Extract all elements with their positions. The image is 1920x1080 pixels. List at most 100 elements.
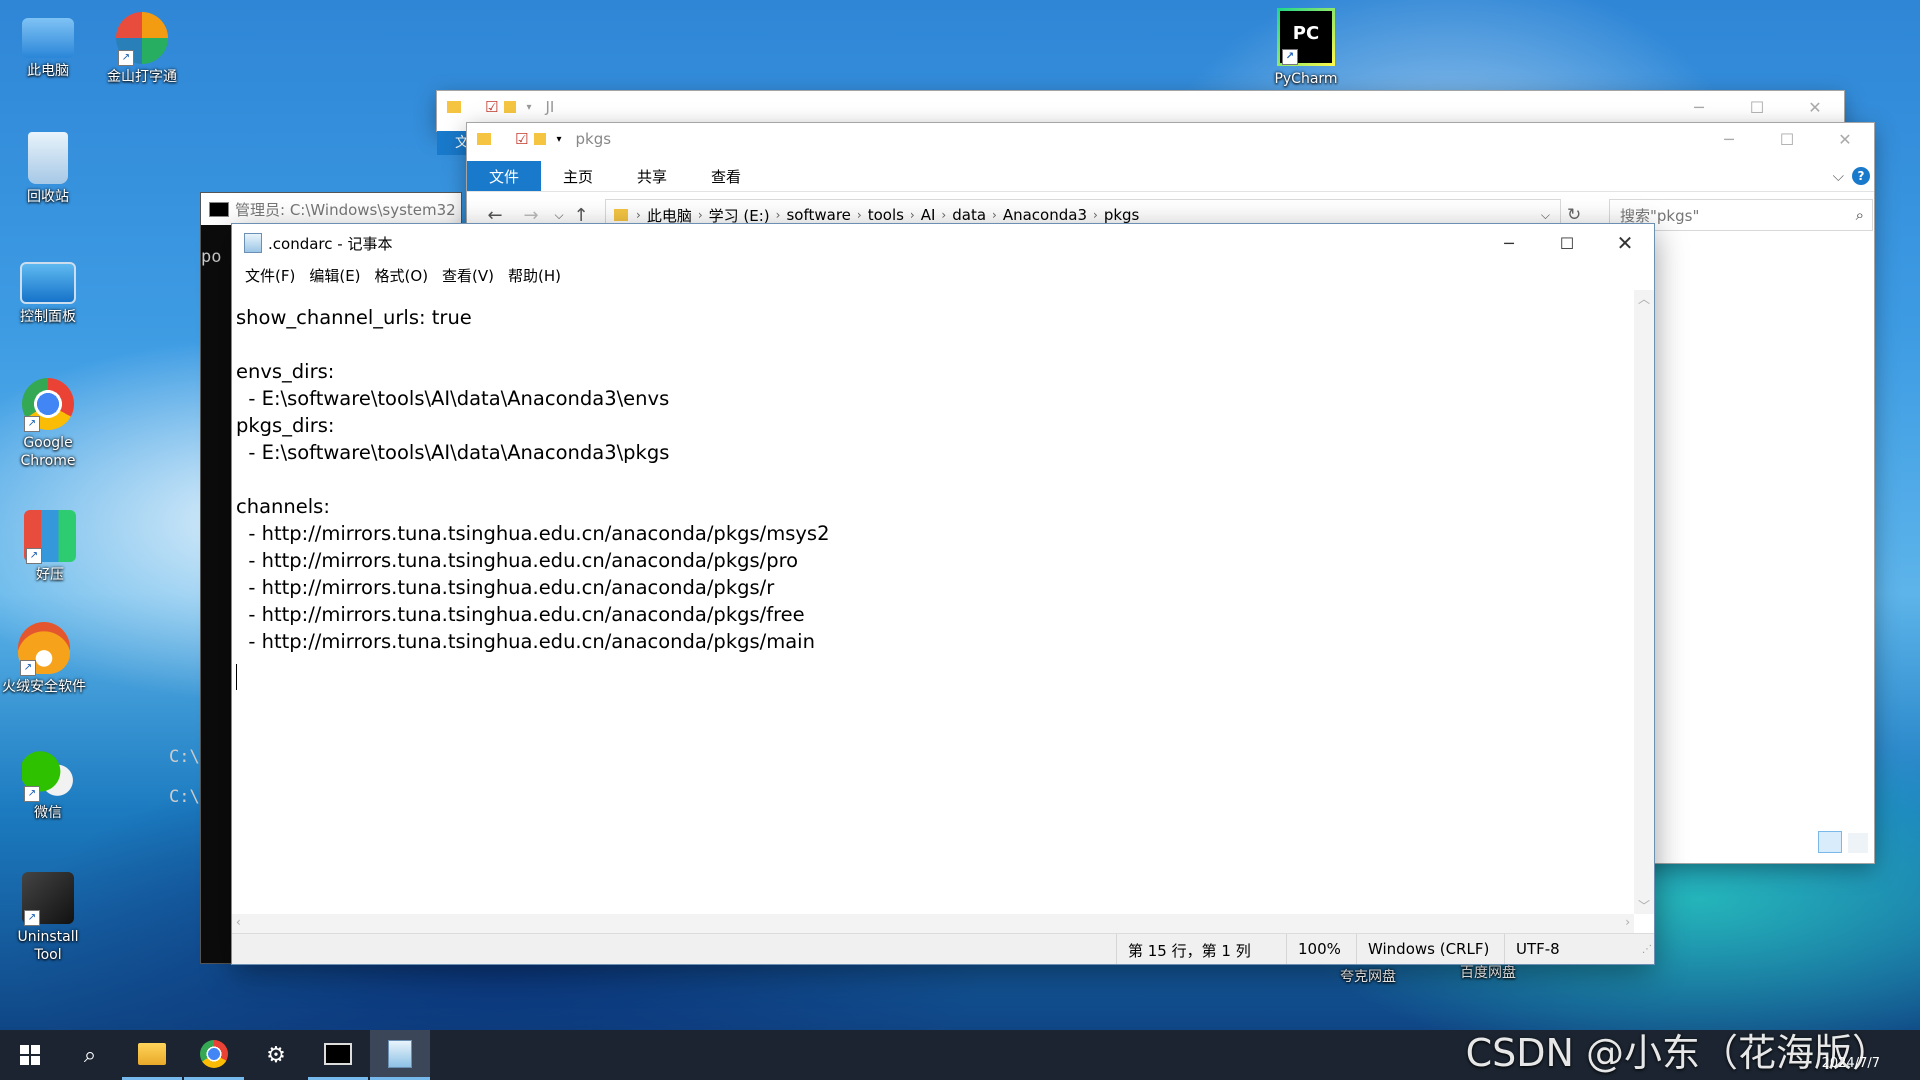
shortcut-arrow-icon: ↗: [24, 910, 40, 926]
desktop-icon-pycharm[interactable]: PC ↗ PyCharm: [1264, 8, 1348, 88]
breadcrumb-item[interactable]: pkgs: [1098, 206, 1146, 224]
start-button[interactable]: [0, 1030, 60, 1080]
pycharm-badge: PC: [1292, 23, 1320, 44]
menu-edit[interactable]: 编辑(E): [302, 265, 367, 286]
desktop-icon-uninstall-tool[interactable]: ↗ Uninstall Tool: [6, 872, 90, 964]
breadcrumb-item[interactable]: software: [780, 206, 856, 224]
scroll-left-icon[interactable]: ‹: [236, 915, 241, 929]
menu-view[interactable]: 查看(V): [435, 265, 501, 286]
explorer-back-title: JI: [545, 98, 555, 116]
notepad-title: .condarc - 记事本: [268, 234, 393, 253]
help-icon[interactable]: ?: [1852, 167, 1870, 185]
desktop-icon-huorong[interactable]: ↗ 火绒安全软件: [2, 622, 86, 696]
close-button[interactable]: ✕: [1596, 224, 1654, 262]
maximize-button[interactable]: ☐: [1538, 224, 1596, 262]
desktop-icon-chrome[interactable]: ↗ Google Chrome: [6, 378, 90, 470]
cmd-terminal[interactable]: po C:\ C:\: [169, 233, 221, 817]
tab-share[interactable]: 共享: [615, 161, 689, 191]
breadcrumb-item[interactable]: AI: [915, 206, 942, 224]
minimize-button[interactable]: ─: [1480, 224, 1538, 262]
taskbar-notepad[interactable]: [370, 1030, 430, 1080]
desktop-icon-kingsoft[interactable]: ↗ 金山打字通: [100, 12, 184, 86]
scroll-right-icon[interactable]: ›: [1625, 915, 1630, 929]
explorer-titlebar[interactable]: ☑ ▾ pkgs: [467, 123, 1874, 155]
search-icon: ⌕: [83, 1042, 97, 1068]
large-icons-view-button[interactable]: [1848, 833, 1868, 853]
close-button[interactable]: ✕: [1786, 91, 1844, 123]
desktop-icon-kuake[interactable]: 夸克网盘: [1326, 968, 1410, 986]
new-folder-icon: [504, 101, 517, 113]
menu-help[interactable]: 帮助(H): [501, 265, 568, 286]
wechat-icon: ↗: [22, 748, 74, 802]
status-divider: [1356, 934, 1357, 964]
status-cursor-position: 第 15 行，第 1 列: [1128, 942, 1251, 960]
shortcut-arrow-icon: ↗: [26, 548, 42, 564]
taskbar-file-explorer[interactable]: [122, 1030, 182, 1080]
text-editor[interactable]: show_channel_urls: true envs_dirs: - E:\…: [232, 290, 1634, 914]
breadcrumb-item[interactable]: tools: [862, 206, 910, 224]
qat-dropdown-icon: ▾: [526, 101, 532, 113]
tab-file[interactable]: 文件: [467, 161, 542, 191]
resize-grip-icon[interactable]: ⋰: [1642, 944, 1652, 955]
ribbon-expand-icon[interactable]: ⌵: [1833, 167, 1844, 185]
scroll-down-icon[interactable]: ﹀: [1638, 897, 1650, 914]
up-button[interactable]: ↑: [569, 205, 593, 226]
search-placeholder: 搜索"pkgs": [1620, 206, 1700, 225]
new-folder-icon: [534, 133, 547, 145]
breadcrumb-item[interactable]: data: [946, 206, 992, 224]
desktop-icon-label: 回收站: [27, 189, 69, 205]
refresh-button[interactable]: ↻: [1567, 205, 1581, 225]
taskbar-cmd[interactable]: [308, 1030, 368, 1080]
scroll-up-icon[interactable]: ︿: [1638, 290, 1650, 307]
tray-clock-date[interactable]: 2024/7/7: [1822, 1056, 1880, 1071]
taskbar-chrome[interactable]: [184, 1030, 244, 1080]
menu-file[interactable]: 文件(F): [238, 265, 302, 286]
desktop-icon-this-pc[interactable]: 此电脑: [6, 12, 90, 80]
folder-icon: [138, 1042, 166, 1065]
details-view-button[interactable]: [1818, 831, 1842, 853]
folder-icon: [447, 101, 461, 113]
notepad-window[interactable]: .condarc - 记事本 ─ ☐ ✕ 文件(F) 编辑(E) 格式(O) 查…: [232, 224, 1654, 964]
desktop-icon-wechat[interactable]: ↗ 微信: [6, 748, 90, 822]
minimize-button[interactable]: ─: [1700, 123, 1758, 155]
recycle-bin-icon: [28, 132, 68, 184]
tab-view[interactable]: 查看: [689, 161, 763, 191]
breadcrumb-item[interactable]: 学习 (E:): [703, 205, 776, 226]
desktop-icon-label: Uninstall Tool: [17, 929, 79, 963]
back-button[interactable]: ←: [477, 205, 513, 226]
properties-icon: ☑: [515, 130, 529, 148]
status-line-ending: Windows (CRLF): [1368, 940, 1490, 958]
breadcrumb-item[interactable]: Anaconda3: [997, 206, 1093, 224]
notepad-menubar: 文件(F) 编辑(E) 格式(O) 查看(V) 帮助(H): [232, 262, 1654, 288]
address-dropdown-icon[interactable]: ⌵: [1541, 208, 1550, 223]
breadcrumb-item[interactable]: 此电脑: [641, 205, 698, 226]
horizontal-scrollbar[interactable]: ‹ ›: [232, 914, 1634, 934]
desktop-icon-haozip[interactable]: ↗ 好压: [8, 510, 92, 584]
maximize-button[interactable]: ☐: [1758, 123, 1816, 155]
desktop-icon-label: 火绒安全软件: [2, 679, 86, 695]
desktop-icon-label: 微信: [34, 805, 62, 821]
desktop-icon-baidu[interactable]: 百度网盘: [1446, 964, 1530, 982]
notepad-icon: [244, 233, 262, 253]
taskbar-settings[interactable]: ⚙: [246, 1030, 306, 1080]
cmd-titlebar[interactable]: 管理员: C:\Windows\system32: [201, 193, 461, 225]
text-cursor: [236, 664, 237, 690]
desktop-icon-recycle-bin[interactable]: 回收站: [6, 132, 90, 206]
desktop-icon-control-panel[interactable]: 控制面板: [6, 262, 90, 326]
search-button[interactable]: ⌕: [60, 1030, 120, 1080]
ribbon-tabs: 文件 主页 共享 查看 ⌵ ?: [467, 161, 1874, 192]
recent-dropdown-icon[interactable]: ⌵: [549, 208, 569, 223]
notepad-titlebar[interactable]: .condarc - 记事本: [232, 224, 1654, 262]
shortcut-arrow-icon: ↗: [118, 50, 134, 66]
vertical-scrollbar[interactable]: ︿ ﹀: [1634, 290, 1654, 914]
close-button[interactable]: ✕: [1816, 123, 1874, 155]
tab-home[interactable]: 主页: [541, 161, 615, 191]
kingsoft-typing-icon: ↗: [116, 12, 168, 66]
status-divider: [1286, 934, 1287, 964]
maximize-button[interactable]: ☐: [1728, 91, 1786, 123]
folder-icon: [614, 209, 628, 221]
minimize-button[interactable]: ─: [1670, 91, 1728, 123]
forward-button[interactable]: →: [513, 205, 549, 226]
explorer-back-titlebar[interactable]: ☑ ▾ JI: [437, 91, 1844, 123]
menu-format[interactable]: 格式(O): [368, 265, 436, 286]
